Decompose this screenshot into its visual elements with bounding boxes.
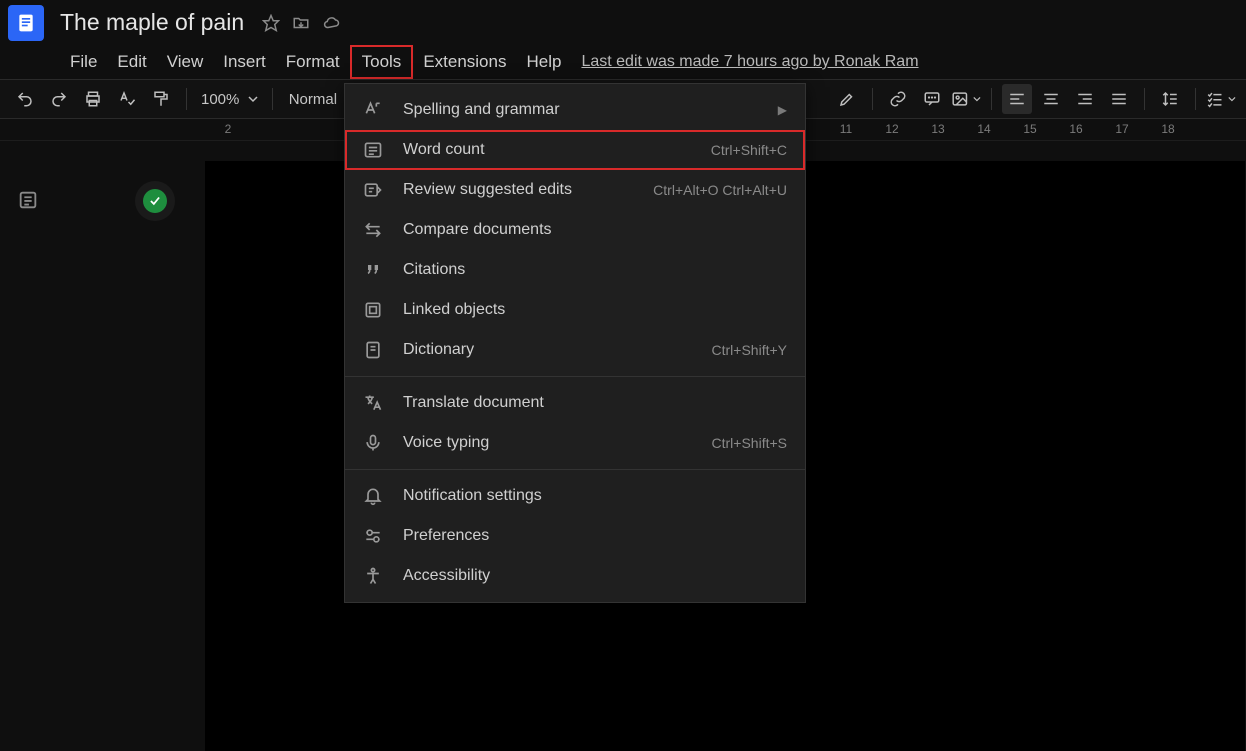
- spellcheck-done-badge[interactable]: [135, 181, 175, 221]
- doc-title[interactable]: The maple of pain: [60, 9, 244, 36]
- translate-icon: [363, 393, 387, 413]
- menu-tools[interactable]: Tools: [350, 45, 414, 79]
- bell-icon: [363, 486, 387, 506]
- line-spacing-icon[interactable]: [1155, 84, 1185, 114]
- star-icon[interactable]: [262, 14, 280, 32]
- menu-dictionary[interactable]: Dictionary Ctrl+Shift+Y: [345, 330, 805, 370]
- ruler-tick: 15: [1023, 122, 1036, 136]
- toolbar-separator: [186, 88, 187, 110]
- checklist-icon[interactable]: [1206, 84, 1236, 114]
- align-right-icon[interactable]: [1070, 84, 1100, 114]
- menu-format[interactable]: Format: [276, 46, 350, 78]
- menu-label: Preferences: [403, 527, 787, 545]
- menu-label: Compare documents: [403, 221, 787, 239]
- citations-icon: [363, 260, 387, 280]
- menu-separator: [345, 376, 805, 377]
- dictionary-icon: [363, 340, 387, 360]
- tools-dropdown: Spelling and grammar ▶ Word count Ctrl+S…: [344, 83, 806, 603]
- highlight-icon[interactable]: [832, 84, 862, 114]
- cloud-icon[interactable]: [322, 14, 340, 32]
- menu-shortcut: Ctrl+Alt+O Ctrl+Alt+U: [653, 182, 787, 198]
- align-left-icon[interactable]: [1002, 84, 1032, 114]
- mic-icon: [363, 433, 387, 453]
- spellcheck-icon[interactable]: [112, 84, 142, 114]
- ruler-tick: 11: [840, 122, 852, 136]
- ruler-tick: 13: [931, 122, 944, 136]
- linked-objects-icon: [363, 300, 387, 320]
- menu-label: Citations: [403, 261, 787, 279]
- menu-label: Translate document: [403, 394, 787, 412]
- toolbar-separator: [872, 88, 873, 110]
- menu-compare-documents[interactable]: Compare documents: [345, 210, 805, 250]
- ruler-tick: 17: [1115, 122, 1128, 136]
- menu-label: Dictionary: [403, 341, 712, 359]
- outline-icon[interactable]: [17, 189, 39, 211]
- toolbar-separator: [1144, 88, 1145, 110]
- menu-shortcut: Ctrl+Shift+S: [712, 435, 787, 451]
- image-icon[interactable]: [951, 84, 981, 114]
- menu-bar: File Edit View Insert Format Tools Exten…: [0, 45, 1246, 79]
- toolbar-separator: [1195, 88, 1196, 110]
- menu-extensions[interactable]: Extensions: [413, 46, 516, 78]
- menu-label: Voice typing: [403, 434, 712, 452]
- toolbar-separator: [272, 88, 273, 110]
- paint-format-icon[interactable]: [146, 84, 176, 114]
- zoom-selector[interactable]: 100%: [195, 91, 264, 108]
- menu-view[interactable]: View: [157, 46, 214, 78]
- title-row: The maple of pain: [0, 0, 1246, 45]
- menu-help[interactable]: Help: [516, 46, 571, 78]
- menu-preferences[interactable]: Preferences: [345, 516, 805, 556]
- menu-insert[interactable]: Insert: [213, 46, 276, 78]
- align-center-icon[interactable]: [1036, 84, 1066, 114]
- docs-logo[interactable]: [8, 5, 44, 41]
- preferences-icon: [363, 526, 387, 546]
- link-icon[interactable]: [883, 84, 913, 114]
- print-icon[interactable]: [78, 84, 108, 114]
- menu-separator: [345, 469, 805, 470]
- menu-label: Word count: [403, 141, 711, 159]
- last-edit-link[interactable]: Last edit was made 7 hours ago by Ronak …: [581, 53, 918, 71]
- menu-citations[interactable]: Citations: [345, 250, 805, 290]
- redo-icon[interactable]: [44, 84, 74, 114]
- word-count-icon: [363, 140, 387, 160]
- comment-icon[interactable]: [917, 84, 947, 114]
- ruler-tick: 2: [225, 122, 232, 136]
- review-icon: [363, 180, 387, 200]
- menu-linked-objects[interactable]: Linked objects: [345, 290, 805, 330]
- menu-word-count[interactable]: Word count Ctrl+Shift+C: [345, 130, 805, 170]
- ruler-tick: 14: [977, 122, 990, 136]
- compare-icon: [363, 220, 387, 240]
- ruler-tick: 18: [1161, 122, 1174, 136]
- menu-shortcut: Ctrl+Shift+C: [711, 142, 787, 158]
- menu-edit[interactable]: Edit: [107, 46, 156, 78]
- ruler-tick: 12: [885, 122, 898, 136]
- move-folder-icon[interactable]: [292, 14, 310, 32]
- align-justify-icon[interactable]: [1104, 84, 1134, 114]
- menu-label: Spelling and grammar: [403, 101, 770, 119]
- menu-shortcut: Ctrl+Shift+Y: [712, 342, 787, 358]
- menu-notification-settings[interactable]: Notification settings: [345, 476, 805, 516]
- menu-voice-typing[interactable]: Voice typing Ctrl+Shift+S: [345, 423, 805, 463]
- submenu-arrow-icon: ▶: [778, 103, 787, 117]
- toolbar-separator: [991, 88, 992, 110]
- menu-translate[interactable]: Translate document: [345, 383, 805, 423]
- menu-label: Accessibility: [403, 567, 787, 585]
- menu-label: Review suggested edits: [403, 181, 653, 199]
- spellcheck-a-icon: [363, 100, 387, 120]
- menu-label: Linked objects: [403, 301, 787, 319]
- menu-file[interactable]: File: [60, 46, 107, 78]
- ruler-tick: 16: [1069, 122, 1082, 136]
- menu-spelling-grammar[interactable]: Spelling and grammar ▶: [345, 90, 805, 130]
- undo-icon[interactable]: [10, 84, 40, 114]
- menu-review-suggested[interactable]: Review suggested edits Ctrl+Alt+O Ctrl+A…: [345, 170, 805, 210]
- paragraph-style-selector[interactable]: Normal: [281, 91, 345, 108]
- menu-label: Notification settings: [403, 487, 787, 505]
- menu-accessibility[interactable]: Accessibility: [345, 556, 805, 596]
- accessibility-icon: [363, 566, 387, 586]
